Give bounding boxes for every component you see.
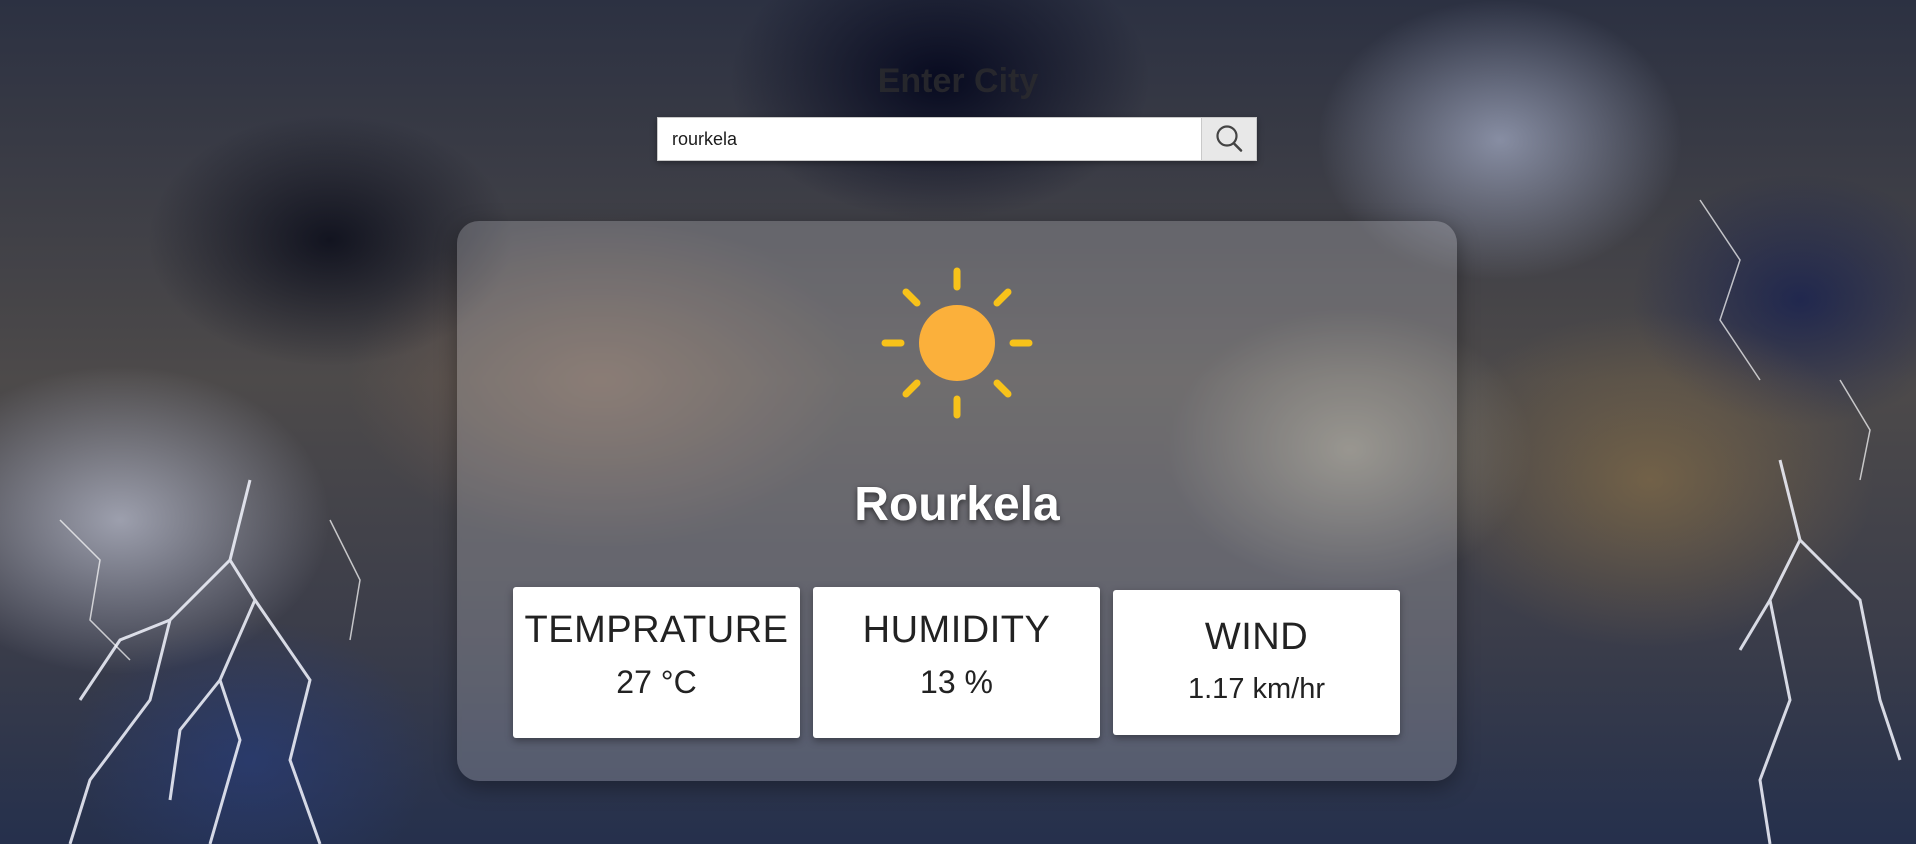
temperature-card: TEMPRATURE 27 °C (513, 587, 800, 738)
sun-icon (877, 263, 1037, 427)
city-search-input[interactable] (657, 117, 1201, 161)
wind-card: WIND 1.17 km/hr (1113, 590, 1400, 735)
humidity-card: HUMIDITY 13 % (813, 587, 1100, 738)
humidity-value: 13 % (920, 664, 993, 700)
search-icon (1216, 125, 1243, 152)
temperature-title: TEMPRATURE (524, 609, 789, 651)
wind-value: 1.17 km/hr (1188, 673, 1325, 705)
enter-city-label: Enter City (877, 62, 1039, 100)
humidity-title: HUMIDITY (862, 609, 1051, 651)
weather-card: Rourkela TEMPRATURE 27 °C HUMIDITY 13 % … (457, 221, 1457, 781)
search-button[interactable] (1201, 117, 1257, 161)
city-name: Rourkela (854, 478, 1060, 531)
temperature-value: 27 °C (616, 664, 697, 700)
wind-title: WIND (1204, 616, 1309, 658)
search-bar (657, 117, 1257, 161)
